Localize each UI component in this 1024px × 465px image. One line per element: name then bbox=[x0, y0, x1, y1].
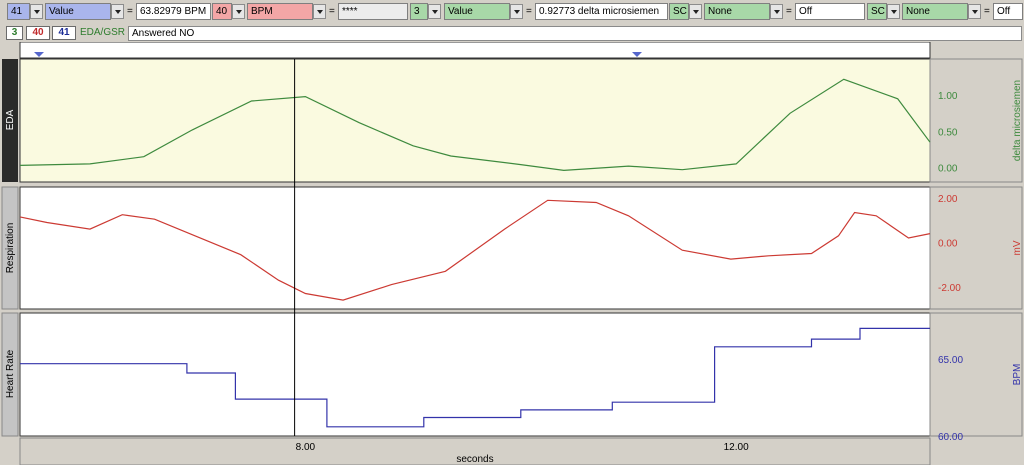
measurement-4-type: None bbox=[708, 6, 732, 17]
selected-channel-label: EDA/GSR bbox=[80, 27, 126, 38]
equals-sign: = bbox=[786, 6, 792, 17]
respiration-y-tick-label: -2.00 bbox=[938, 283, 961, 294]
equals-sign: = bbox=[127, 6, 133, 17]
panel-label-heart-rate: Heart Rate bbox=[5, 349, 16, 398]
respiration-y-tick-label: 2.00 bbox=[938, 194, 958, 205]
respiration-y-tick-label: 0.00 bbox=[938, 238, 958, 249]
marker-strip[interactable] bbox=[19, 42, 931, 59]
measurement-1-result: 63.82979 BPM bbox=[136, 3, 211, 20]
chevron-down-icon[interactable] bbox=[428, 4, 441, 19]
x-axis-label: seconds bbox=[456, 454, 493, 465]
graph-area: EDA Respiration Heart Rate 1.00 0.50 0.00 d… bbox=[1, 42, 1023, 465]
channel-button-40[interactable]: 40 bbox=[26, 26, 50, 40]
measurement-1-channel: 41 bbox=[11, 6, 23, 17]
measurement-5-result: Off bbox=[993, 3, 1023, 20]
respiration-y-axis-label: mV bbox=[1012, 240, 1023, 255]
eda-y-tick-label: 0.00 bbox=[938, 164, 958, 175]
measurement-3-type-select[interactable]: Value bbox=[444, 3, 510, 20]
heart-rate-y-tick-label: 60.00 bbox=[938, 432, 963, 443]
eda-panel[interactable] bbox=[19, 58, 931, 183]
measurement-4-result: Off bbox=[795, 3, 865, 20]
heart-rate-y-axis-label: BPM bbox=[1012, 364, 1023, 386]
measurement-4-channel-select[interactable]: SC bbox=[669, 3, 689, 20]
measurement-5-type: None bbox=[906, 6, 930, 17]
measurement-3-channel: 3 bbox=[414, 6, 420, 17]
chevron-down-icon[interactable] bbox=[968, 4, 981, 19]
measurement-4-type-select[interactable]: None bbox=[704, 3, 770, 20]
measurement-3-channel-select[interactable]: 3 bbox=[410, 3, 428, 20]
eda-y-tick-label: 1.00 bbox=[938, 91, 958, 102]
chevron-down-icon[interactable] bbox=[30, 4, 43, 19]
heart-rate-y-tick-label: 65.00 bbox=[938, 355, 963, 366]
measurement-1-type-select[interactable]: Value bbox=[45, 3, 111, 20]
x-tick-label: 12.00 bbox=[724, 442, 749, 453]
chevron-down-icon[interactable] bbox=[887, 4, 900, 19]
measurement-1-channel-select[interactable]: 41 bbox=[7, 3, 30, 20]
equals-sign: = bbox=[984, 6, 990, 17]
chevron-down-icon[interactable] bbox=[689, 4, 702, 19]
heart-rate-scale[interactable] bbox=[929, 312, 1023, 437]
measurement-2-channel: 40 bbox=[216, 6, 228, 17]
measurement-2-channel-select[interactable]: 40 bbox=[212, 3, 232, 20]
measurement-5-channel: SC bbox=[871, 6, 885, 17]
panel-label-respiration: Respiration bbox=[5, 223, 16, 274]
journal-field[interactable]: Answered NO bbox=[128, 26, 1022, 41]
channel-bar: 3 40 41 EDA/GSR Answered NO bbox=[0, 24, 1024, 42]
chevron-down-icon[interactable] bbox=[313, 4, 326, 19]
measurement-5-type-select[interactable]: None bbox=[902, 3, 968, 20]
measurement-5-channel-select[interactable]: SC bbox=[867, 3, 887, 20]
journal-text: Answered NO bbox=[132, 28, 195, 39]
channel-button-41[interactable]: 41 bbox=[52, 26, 76, 40]
channel-button-3[interactable]: 3 bbox=[6, 26, 23, 40]
measurement-4-channel: SC bbox=[673, 6, 687, 17]
equals-sign: = bbox=[526, 6, 532, 17]
respiration-panel[interactable] bbox=[19, 186, 931, 310]
measurement-3-result: 0.92773 delta microsiemen bbox=[535, 3, 668, 20]
x-tick-label: 8.00 bbox=[296, 442, 316, 453]
measurement-2-type-select[interactable]: BPM bbox=[247, 3, 313, 20]
chevron-down-icon[interactable] bbox=[510, 4, 523, 19]
measurement-1-type: Value bbox=[49, 6, 74, 17]
eda-y-axis-label: delta microsiemen bbox=[1012, 80, 1023, 161]
measurement-2-type: BPM bbox=[251, 6, 273, 17]
chevron-down-icon[interactable] bbox=[232, 4, 245, 19]
measurement-toolbar: 41 Value = 63.82979 BPM 40 BPM = **** 3 … bbox=[0, 0, 1024, 24]
chevron-down-icon[interactable] bbox=[111, 4, 124, 19]
measurement-3-type: Value bbox=[448, 6, 473, 17]
equals-sign: = bbox=[329, 6, 335, 17]
chevron-down-icon[interactable] bbox=[770, 4, 783, 19]
panel-label-eda: EDA bbox=[5, 109, 16, 130]
measurement-2-result: **** bbox=[338, 3, 408, 20]
eda-y-tick-label: 0.50 bbox=[938, 127, 958, 138]
